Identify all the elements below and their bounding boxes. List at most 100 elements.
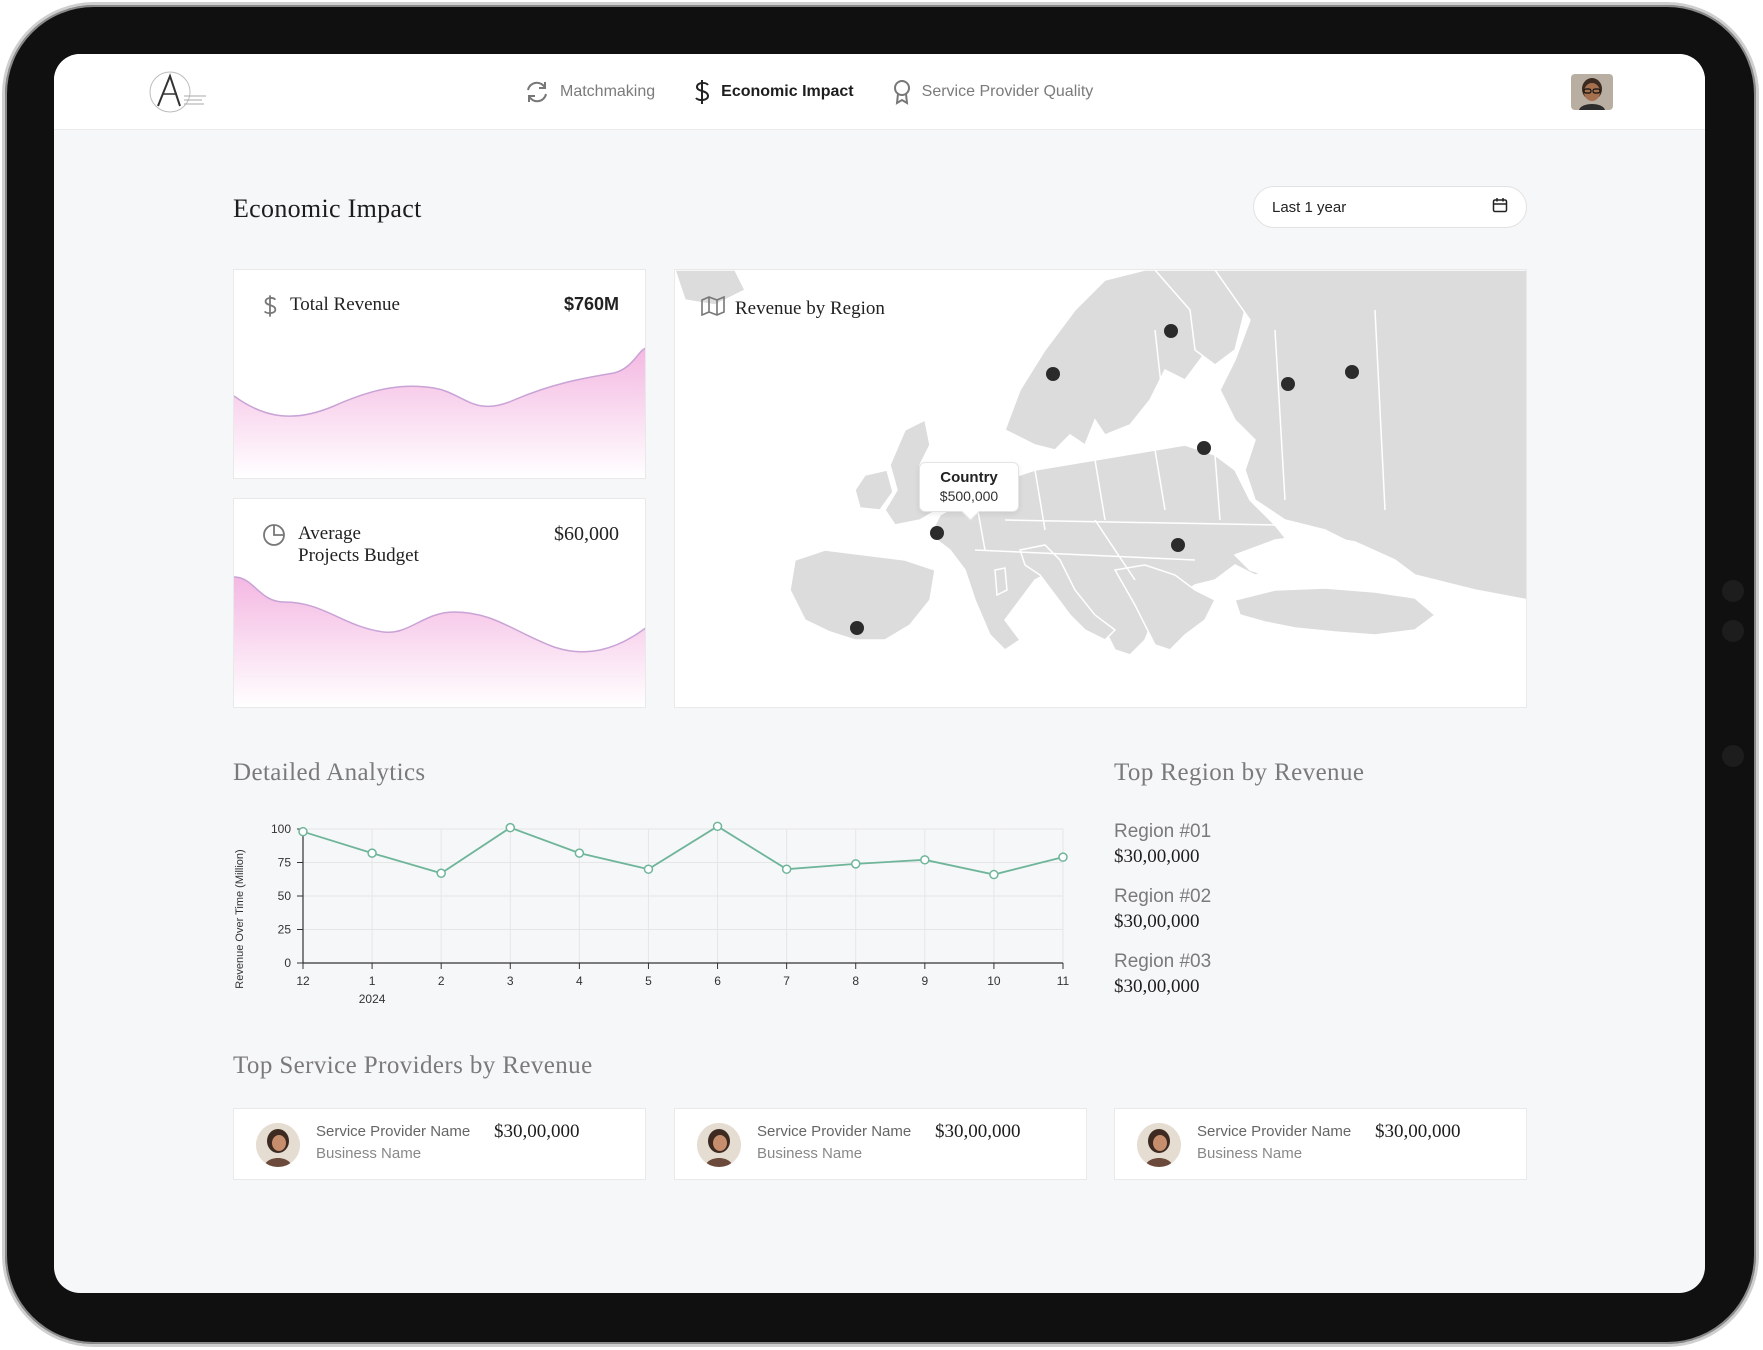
card-header: Total Revenue [262, 294, 400, 324]
provider-name: Service Provider Name [757, 1123, 912, 1140]
data-point [298, 826, 308, 837]
date-range-select[interactable]: Last 1 year [1253, 186, 1527, 228]
card-header: Average Projects Budget [262, 523, 419, 567]
provider-name: Service Provider Name [316, 1123, 471, 1140]
data-point [1058, 852, 1068, 862]
provider-business: Business Name [316, 1145, 422, 1162]
revenue-line-chart[interactable]: Revenue Over Time (Million) 025507510012… [233, 809, 1103, 1024]
region-item[interactable]: Region #02 $30,00,000 [1114, 886, 1211, 933]
average-budget-value: $60,000 [554, 523, 619, 545]
provider-card[interactable]: Service Provider Name Business Name $30,… [1114, 1108, 1527, 1180]
region-label: Region #01 [1114, 821, 1212, 842]
nav-label: Economic Impact [721, 83, 854, 100]
tooltip-label: Country [940, 469, 998, 486]
y-tick-label: 0 [284, 956, 291, 970]
map-pin[interactable] [1197, 441, 1211, 455]
side-button [1722, 580, 1744, 602]
total-revenue-card: Total Revenue $760M [233, 269, 646, 479]
x-tick-label: 6 [714, 974, 721, 988]
dollar-icon [262, 294, 278, 324]
map-title: Revenue by Region [701, 295, 885, 322]
app-screen: Matchmaking Economic Impact Service Prov… [54, 54, 1705, 1293]
region-value: $30,00,000 [1114, 976, 1200, 997]
x-tick-label: 10 [987, 974, 1001, 988]
y-tick-label: 75 [278, 856, 292, 870]
nav-label: Service Provider Quality [921, 83, 1094, 100]
data-point [505, 822, 516, 833]
map-pin[interactable] [930, 526, 944, 540]
y-tick-label: 100 [271, 822, 291, 836]
detailed-analytics-title: Detailed Analytics [233, 759, 426, 786]
brand-logo[interactable] [144, 70, 214, 114]
region-item[interactable]: Region #03 $30,00,000 [1114, 951, 1211, 998]
x-tick-label: 7 [783, 974, 790, 988]
data-point [781, 864, 792, 874]
region-item[interactable]: Region #01 $30,00,000 [1114, 821, 1211, 868]
side-button [1722, 745, 1744, 767]
provider-avatar [256, 1123, 300, 1167]
map-pin[interactable] [1345, 365, 1359, 379]
budget-sparkline [234, 576, 645, 707]
user-avatar[interactable] [1571, 74, 1613, 110]
award-icon [892, 79, 912, 105]
top-region-title: Top Region by Revenue [1114, 759, 1365, 786]
card-label: Total Revenue [290, 294, 400, 315]
data-point [712, 821, 723, 832]
x-tick-label: 3 [507, 974, 514, 988]
data-point [436, 868, 446, 878]
x-tick-label: 1 [369, 974, 376, 988]
nav-label: Matchmaking [560, 83, 656, 100]
region-value: $30,00,000 [1114, 911, 1200, 932]
top-navbar: Matchmaking Economic Impact Service Prov… [54, 54, 1705, 130]
data-point [850, 859, 861, 869]
y-tick-label: 25 [278, 923, 292, 937]
x-tick-label: 4 [576, 974, 583, 988]
nav-item-economic-impact[interactable]: Economic Impact [693, 79, 854, 105]
side-button [1722, 620, 1744, 642]
provider-business: Business Name [1197, 1145, 1303, 1162]
map-pin[interactable] [1171, 538, 1185, 552]
map-pin[interactable] [850, 621, 864, 635]
map-tooltip: Country $500,000 [919, 462, 1019, 512]
provider-avatar [697, 1123, 741, 1167]
x-tick-label: 11 [1057, 974, 1070, 988]
data-point [989, 869, 999, 880]
card-label: Average Projects Budget [298, 523, 419, 567]
x-tick-label: 12 [296, 974, 310, 988]
provider-card[interactable]: Service Provider Name Business Name $30,… [674, 1108, 1087, 1180]
data-point [367, 848, 377, 858]
provider-avatar [1137, 1123, 1181, 1167]
data-point [920, 855, 930, 865]
map-pin[interactable] [1164, 324, 1178, 338]
tooltip-value: $500,000 [939, 488, 999, 504]
x-tick-label: 5 [645, 974, 652, 988]
data-point [574, 848, 585, 858]
data-point [643, 864, 654, 874]
calendar-icon [1492, 197, 1508, 217]
provider-revenue: $30,00,000 [494, 1121, 580, 1142]
pie-chart-icon [262, 523, 286, 553]
series-line [302, 825, 1064, 876]
nav-item-service-provider-quality[interactable]: Service Provider Quality [892, 79, 1094, 105]
y-tick-label: 50 [278, 889, 292, 903]
x-tick-label: 9 [921, 974, 928, 988]
date-range-value: Last 1 year [1272, 198, 1347, 216]
card-label-line2: Projects Budget [298, 545, 419, 566]
refresh-icon [524, 80, 550, 104]
top-providers-title: Top Service Providers by Revenue [233, 1052, 593, 1079]
provider-card[interactable]: Service Provider Name Business Name $30,… [233, 1108, 646, 1180]
provider-revenue: $30,00,000 [935, 1121, 1021, 1142]
x-tick-label: 8 [852, 974, 859, 988]
region-label: Region #03 [1114, 951, 1212, 972]
page-title: Economic Impact [233, 194, 422, 223]
map-pin[interactable] [1046, 367, 1060, 381]
dollar-icon [693, 79, 711, 105]
main-nav: Matchmaking Economic Impact Service Prov… [524, 54, 1093, 130]
europe-map[interactable] [675, 270, 1527, 708]
nav-item-matchmaking[interactable]: Matchmaking [524, 80, 655, 104]
x-year-label: 2024 [359, 992, 386, 1006]
map-pin[interactable] [1281, 377, 1295, 391]
total-revenue-value: $760M [563, 294, 619, 314]
provider-revenue: $30,00,000 [1375, 1121, 1461, 1142]
map-icon [701, 295, 725, 322]
